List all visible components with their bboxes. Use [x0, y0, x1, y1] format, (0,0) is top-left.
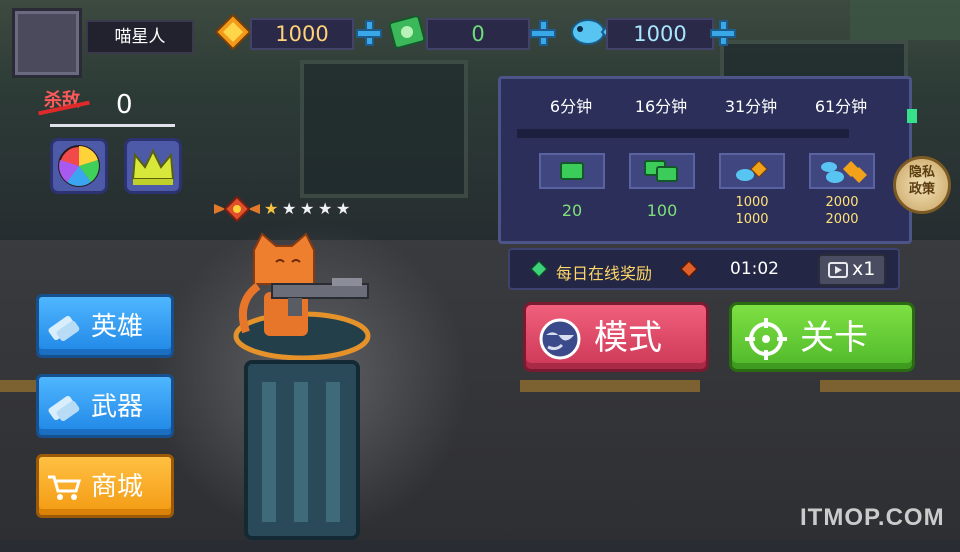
- reward-slot-4[interactable]: [809, 153, 875, 189]
- gold-gem-icon: [214, 13, 252, 51]
- privacy-label-line2: 政策: [908, 182, 935, 197]
- reward-gold-amount-4: 2000: [825, 212, 859, 227]
- road-stripe: [820, 380, 960, 392]
- add-fish-button[interactable]: [710, 20, 736, 46]
- video-play-icon: [828, 262, 848, 278]
- green-gem-icon: [530, 260, 548, 278]
- hero-button[interactable]: 英雄: [36, 294, 174, 358]
- reward-slot-1[interactable]: [539, 153, 605, 189]
- reward-time-2: 16分钟: [634, 97, 688, 116]
- reward-progress-bar: [517, 129, 849, 138]
- reward-fish-amount-4: 2000: [825, 195, 859, 210]
- player-name: 喵星人: [86, 20, 194, 54]
- cash-bundle-icon: [644, 160, 678, 182]
- globe-icon: [539, 318, 581, 360]
- kill-underline: [50, 124, 175, 127]
- add-cash-button[interactable]: [530, 20, 556, 46]
- player-avatar[interactable]: [12, 8, 82, 78]
- hero-button-label: 英雄: [91, 312, 144, 342]
- reward-amount-2: 100: [646, 201, 678, 220]
- reward-amount-1: 20: [561, 201, 583, 220]
- reward-slot-3[interactable]: [719, 153, 785, 189]
- fish-amount: 1000: [606, 18, 714, 50]
- mode-button-label: 模式: [594, 318, 662, 358]
- orange-gem-icon: [680, 260, 698, 278]
- reward-slot-2[interactable]: [629, 153, 695, 189]
- hero-tag-icon: [48, 315, 80, 341]
- panel-tab-marker: [907, 109, 917, 123]
- cash-stack-icon: [388, 15, 426, 49]
- shop-sign-decoration: [850, 0, 960, 40]
- mode-button[interactable]: 模式: [523, 302, 709, 372]
- privacy-label-line1: 隐私: [908, 165, 935, 180]
- rank-badge-icon: [214, 196, 260, 222]
- shop-button-label: 商城: [91, 472, 144, 502]
- reward-time-4: 61分钟: [814, 97, 868, 116]
- rank-star-icon: ★: [318, 199, 333, 218]
- watch-ad-button[interactable]: x1: [818, 254, 886, 286]
- fish-gold-icon: [736, 160, 768, 181]
- rank-star-icon: ★: [282, 199, 297, 218]
- crosshair-icon: [745, 318, 787, 360]
- shop-button[interactable]: 商城: [36, 454, 174, 518]
- privacy-policy-button[interactable]: 隐私 政策: [893, 156, 951, 214]
- gold-amount: 1000: [250, 18, 354, 50]
- reward-time-1: 6分钟: [549, 97, 593, 116]
- daily-online-reward-bar: 每日在线奖励 01:02 x1: [508, 248, 900, 290]
- fish-gold-pile-icon: [821, 161, 867, 183]
- stage-button[interactable]: 关卡: [729, 302, 915, 372]
- ad-multiplier: x1: [852, 258, 876, 280]
- online-reward-panel: 6分钟 16分钟 31分钟 61分钟 20 100 1000 1000 2000…: [498, 76, 917, 244]
- rank-star-icon: ★: [264, 199, 279, 218]
- reward-time-3: 31分钟: [724, 97, 778, 116]
- ranking-crown-button[interactable]: [124, 138, 182, 194]
- wheel-icon: [58, 145, 100, 187]
- rank-star-icon: ★: [300, 199, 315, 218]
- rank-star-icon: ★: [336, 199, 351, 218]
- road-stripe: [520, 380, 700, 392]
- stage-button-label: 关卡: [800, 318, 868, 358]
- daily-reward-label: 每日在线奖励: [556, 264, 653, 283]
- reward-countdown: 01:02: [730, 259, 779, 279]
- cash-amount: 0: [426, 18, 530, 50]
- add-gold-button[interactable]: [356, 20, 382, 46]
- cash-icon: [560, 162, 584, 180]
- crown-icon: [131, 148, 175, 185]
- weapon-button-label: 武器: [91, 392, 144, 422]
- watermark: ITMOP.COM: [800, 504, 945, 531]
- cat-hero-character: [233, 232, 371, 540]
- kill-count: 0: [116, 90, 133, 120]
- weapon-button[interactable]: 武器: [36, 374, 174, 438]
- reward-fish-amount-3: 1000: [735, 195, 769, 210]
- shop-window-decoration: [300, 60, 468, 198]
- cart-icon: [48, 475, 81, 500]
- weapon-tag-icon: [48, 395, 80, 421]
- lucky-wheel-button[interactable]: [50, 138, 108, 194]
- fish-icon: [571, 19, 610, 45]
- reward-gold-amount-3: 1000: [735, 212, 769, 227]
